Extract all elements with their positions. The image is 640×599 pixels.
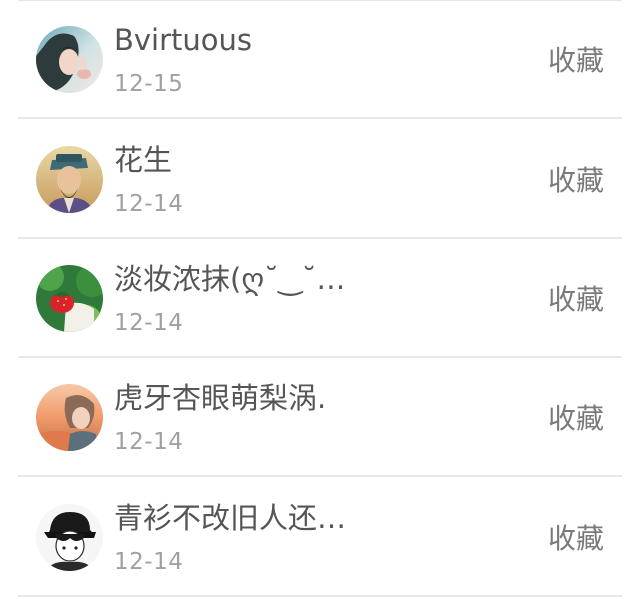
username[interactable]: 花生 [114,140,172,180]
favorite-button[interactable]: 收藏 [548,281,604,319]
username[interactable]: 淡妆浓抹(ღ˘‿˘… [114,259,345,299]
avatar[interactable] [36,265,103,332]
list-item[interactable]: 花生 12-14 收藏 [0,120,640,239]
favorite-button[interactable]: 收藏 [548,42,604,80]
favorite-button[interactable]: 收藏 [548,520,604,558]
username[interactable]: Bvirtuous [114,20,252,60]
avatar-girl-photo-icon [36,26,103,93]
timestamp: 12-14 [114,429,184,455]
favorites-list: Bvirtuous 12-15 收藏 花生 12-14 收藏 淡妆浓抹(ღ˘‿˘… [0,0,640,599]
avatar-ancient-figure-icon [36,146,103,213]
timestamp: 12-14 [114,549,184,575]
timestamp: 12-14 [114,310,184,336]
list-item[interactable]: Bvirtuous 12-15 收藏 [0,0,640,119]
avatar-anime-sunset-icon [36,384,103,451]
favorite-button[interactable]: 收藏 [548,400,604,438]
list-item[interactable]: 青衫不改旧人还… 12-14 收藏 [0,478,640,597]
list-item[interactable]: 虎牙杏眼萌梨涡. 12-14 收藏 [0,358,640,477]
timestamp: 12-15 [114,71,184,97]
list-item[interactable]: 淡妆浓抹(ღ˘‿˘… 12-14 收藏 [0,239,640,358]
timestamp: 12-14 [114,191,184,217]
avatar-cap-boy-icon [36,504,103,571]
favorite-button[interactable]: 收藏 [548,162,604,200]
username[interactable]: 青衫不改旧人还… [114,498,346,538]
avatar-strawberry-hand-icon [36,265,103,332]
avatar[interactable] [36,26,103,93]
username[interactable]: 虎牙杏眼萌梨涡. [114,378,326,418]
avatar[interactable] [36,384,103,451]
avatar[interactable] [36,146,103,213]
avatar[interactable] [36,504,103,571]
